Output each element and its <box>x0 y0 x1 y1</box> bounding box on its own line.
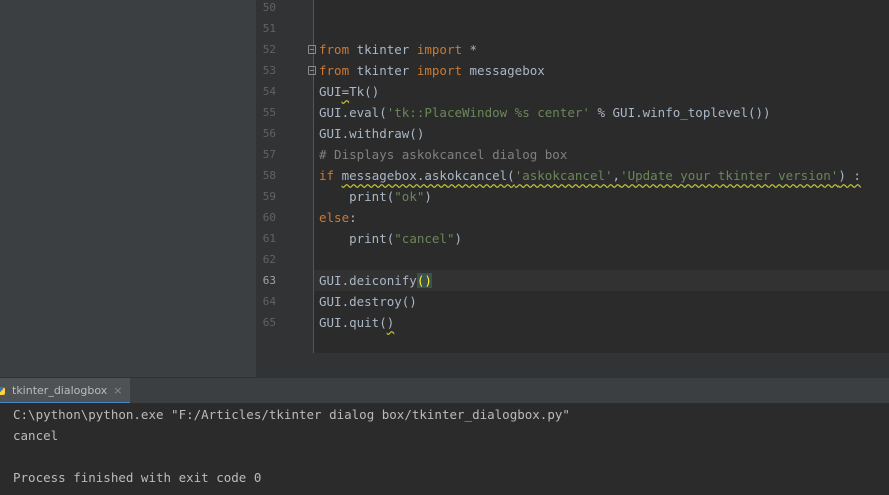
code-text: messagebox <box>462 63 545 78</box>
code-text: GUI <box>319 84 342 99</box>
line-number: 57 <box>262 148 276 161</box>
code-text: ) <box>454 231 463 246</box>
code-line-63[interactable]: GUI.deiconify() <box>319 270 432 291</box>
run-tab[interactable]: tkinter_dialogbox × <box>0 378 131 404</box>
fold-icon[interactable] <box>308 45 316 54</box>
line-number: 55 <box>262 106 276 119</box>
line-number: 54 <box>262 85 276 98</box>
line-number: 65 <box>262 316 276 329</box>
code-line-65[interactable]: GUI.quit() <box>319 312 394 333</box>
code-text-warning: ) <box>386 315 395 330</box>
code-text: * <box>462 42 478 57</box>
code-text: tkinter <box>349 42 417 57</box>
line-number: 53 <box>262 64 276 77</box>
code-text: Tk <box>349 84 365 99</box>
line-number-gutter: 50 51 52 53 54 55 56 57 58 59 60 61 62 6… <box>256 0 316 353</box>
run-console[interactable]: C:\python\python.exe "F:/Articles/tkinte… <box>0 403 889 495</box>
close-icon[interactable]: × <box>113 384 122 397</box>
code-line-55[interactable]: GUI.eval('tk::PlaceWindow %s center' % G… <box>319 102 771 123</box>
keyword: from <box>319 42 350 57</box>
line-number: 61 <box>262 232 276 245</box>
line-number-current: 63 <box>262 274 276 287</box>
code-line-60[interactable]: else: <box>319 207 357 228</box>
python-icon <box>0 387 5 395</box>
code-line-59[interactable]: print("ok") <box>319 186 432 207</box>
run-tab-label: tkinter_dialogbox <box>12 383 108 397</box>
code-line-61[interactable]: print("cancel") <box>319 228 462 249</box>
code-text: tkinter <box>349 63 417 78</box>
code-text: messagebox.askokcancel( <box>341 168 515 183</box>
console-line-command: C:\python\python.exe "F:/Articles/tkinte… <box>13 407 570 422</box>
code-line-53[interactable]: from tkinter import messagebox <box>319 60 545 81</box>
code-line-58[interactable]: if messagebox.askokcancel('askokcancel',… <box>319 165 861 186</box>
keyword: if <box>319 168 335 183</box>
string-literal: 'tk::PlaceWindow %s center' <box>386 105 590 120</box>
editor-bottom-strip <box>256 353 889 377</box>
line-number: 62 <box>262 253 276 266</box>
line-number: 56 <box>262 127 276 140</box>
code-line-52[interactable]: from tkinter import * <box>319 39 477 60</box>
line-number: 64 <box>262 295 276 308</box>
code-editor[interactable]: 50 51 52 53 54 55 56 57 58 59 60 61 62 6… <box>256 0 889 377</box>
code-text: ) : <box>838 168 861 183</box>
keyword: from <box>319 63 350 78</box>
keyword: import <box>416 63 462 78</box>
string-literal: 'askokcancel' <box>514 168 613 183</box>
code-text-warning: = <box>341 84 350 99</box>
code-text: % GUI.winfo_toplevel()) <box>589 105 771 120</box>
code-text: () <box>364 84 380 99</box>
line-number: 51 <box>262 22 276 35</box>
keyword: import <box>416 42 462 57</box>
line-number: 52 <box>262 43 276 56</box>
line-number: 58 <box>262 169 276 182</box>
code-text: print( <box>349 231 395 246</box>
code-line-54[interactable]: GUI=Tk() <box>319 81 379 102</box>
fold-icon[interactable] <box>308 66 316 75</box>
code-text: print( <box>349 189 395 204</box>
string-literal: "cancel" <box>394 231 455 246</box>
code-text: , <box>612 168 621 183</box>
line-number: 59 <box>262 190 276 203</box>
matched-brace: () <box>416 273 432 288</box>
code-text-warning: messagebox.askokcancel('askokcancel','Up… <box>342 168 861 183</box>
line-number: 60 <box>262 211 276 224</box>
code-text: GUI.quit( <box>319 315 387 330</box>
string-literal: 'Update your tkinter version' <box>620 168 839 183</box>
code-line-57-comment[interactable]: # Displays askokcancel dialog box <box>319 144 567 165</box>
code-text: GUI.eval( <box>319 105 387 120</box>
console-line-exit: Process finished with exit code 0 <box>13 470 262 485</box>
keyword: else <box>319 210 350 225</box>
code-line-64[interactable]: GUI.destroy() <box>319 291 417 312</box>
code-text: ) <box>424 189 432 204</box>
console-line-output: cancel <box>13 428 59 443</box>
line-number: 50 <box>262 1 276 14</box>
run-tool-window-header: tkinter_dialogbox × <box>0 377 889 404</box>
string-literal: "ok" <box>394 189 425 204</box>
code-line-56[interactable]: GUI.withdraw() <box>319 123 424 144</box>
project-sidebar <box>0 0 256 377</box>
code-text: GUI.deiconify <box>319 273 417 288</box>
code-text: : <box>349 210 357 225</box>
